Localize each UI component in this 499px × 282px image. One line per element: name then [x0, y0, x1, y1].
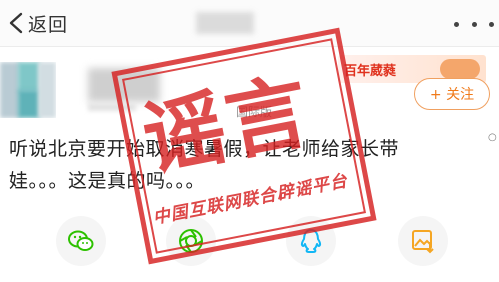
- banner-decoration-icon: [440, 59, 480, 79]
- more-dot-icon: [454, 21, 459, 27]
- chevron-left-icon: [9, 12, 23, 34]
- back-button[interactable]: 返回: [8, 9, 68, 37]
- more-options-button[interactable]: [454, 14, 494, 34]
- author-name-blurred: [88, 68, 160, 102]
- qq-icon: [300, 229, 322, 253]
- more-dot-icon: [489, 21, 494, 27]
- wechat-icon: [68, 230, 94, 251]
- save-image-icon: [412, 230, 434, 254]
- post-text: 听说北京要开始取消寒暑假，让老师给家长带娃。。。这是真的吗。。。: [9, 138, 400, 192]
- header-divider: [0, 46, 499, 47]
- banner-text: 百年葳蕤: [344, 64, 397, 79]
- follow-label: + 关注: [429, 87, 475, 103]
- region-label: 国际版: [236, 105, 273, 119]
- top-nav-bar: 返回: [0, 0, 499, 46]
- nav-title-blurred: [196, 12, 254, 34]
- avatar[interactable]: [0, 62, 56, 118]
- save-image-button[interactable]: [398, 216, 448, 266]
- author-meta-blurred: [88, 103, 136, 111]
- moments-icon: [179, 229, 203, 253]
- back-label: 返回: [28, 13, 69, 36]
- follow-button[interactable]: + 关注: [414, 78, 490, 110]
- share-moments-button[interactable]: [166, 216, 216, 266]
- report-icon[interactable]: ○: [488, 132, 498, 143]
- share-qq-button[interactable]: [286, 216, 336, 266]
- more-dot-icon: [471, 21, 477, 27]
- share-wechat-button[interactable]: [56, 216, 106, 266]
